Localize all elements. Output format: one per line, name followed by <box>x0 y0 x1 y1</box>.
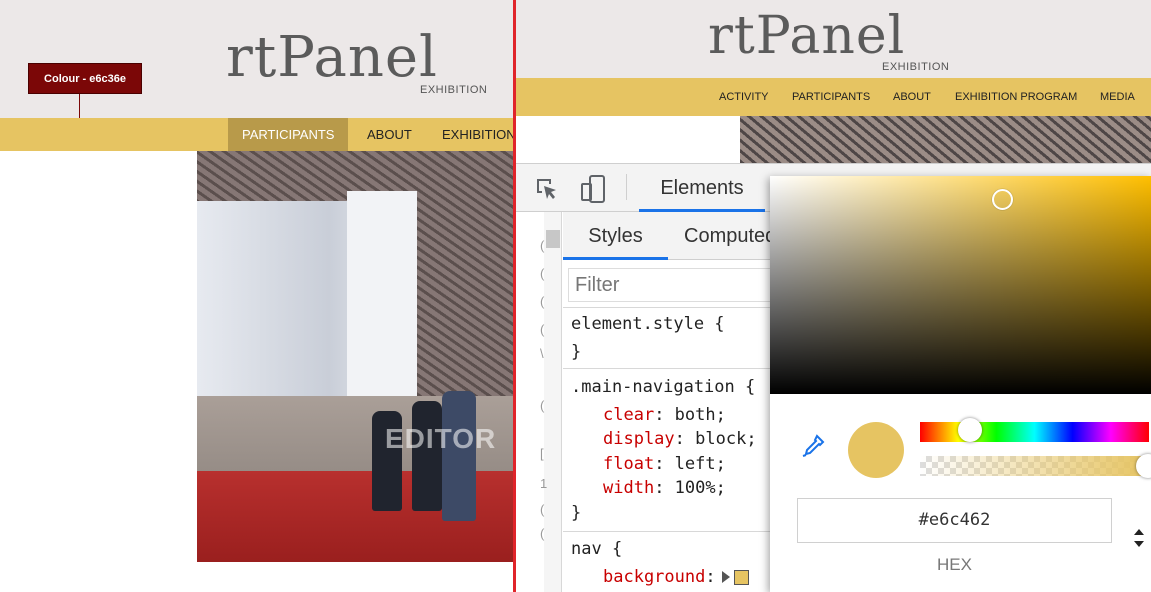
css-property-width[interactable]: width: 100%; <box>603 476 726 500</box>
color-preview-swatch <box>848 422 904 478</box>
color-selector-handle[interactable] <box>992 189 1013 210</box>
gutter-char: 1 <box>540 476 548 491</box>
gutter-char: ( <box>540 526 545 541</box>
nav-item-about[interactable]: ABOUT <box>893 78 931 116</box>
hue-slider[interactable] <box>920 422 1149 442</box>
tab-elements[interactable]: Elements <box>639 164 765 212</box>
css-property-float[interactable]: float: left; <box>603 452 726 476</box>
css-property-display[interactable]: display: block; <box>603 427 757 451</box>
hex-value-input[interactable]: #e6c462 <box>797 498 1112 543</box>
colour-tooltip: Colour - e6c36e <box>28 63 142 94</box>
nav-item-exhibition[interactable]: EXHIBITION <box>442 118 513 151</box>
site-header: rtPanel EXHIBITION Colour - e6c36e <box>0 0 513 118</box>
eyedropper-icon[interactable] <box>800 433 826 459</box>
main-navigation-selector[interactable]: .main-navigation { <box>571 375 755 399</box>
site-logo-subtitle: EXHIBITION <box>420 84 488 96</box>
format-toggle-icon[interactable] <box>1132 526 1146 550</box>
css-property-clear[interactable]: clear: both; <box>603 403 726 427</box>
color-swatch[interactable] <box>733 569 749 585</box>
inspect-element-icon[interactable] <box>534 176 560 202</box>
scrollbar-thumb[interactable] <box>546 230 560 248</box>
css-property-background[interactable]: background: <box>603 565 749 589</box>
site-logo[interactable]: rtPanel <box>708 10 905 62</box>
gutter-char: \ <box>540 346 544 361</box>
gutter-char: ( <box>540 398 545 413</box>
nav-item-activity[interactable]: ACTIVITY <box>719 78 769 116</box>
alpha-slider[interactable] <box>920 456 1149 476</box>
hero-image-strip <box>740 116 1151 163</box>
nav-item-about[interactable]: ABOUT <box>367 118 412 151</box>
main-navigation: ACTIVITY PARTICIPANTS ABOUT EXHIBITION P… <box>516 78 1151 116</box>
right-browser-pane: rtPanel EXHIBITION ACTIVITY PARTICIPANTS… <box>516 0 1151 592</box>
nav-item-participants[interactable]: PARTICIPANTS <box>792 78 870 116</box>
gutter-char: ( <box>540 266 545 281</box>
device-toolbar-icon[interactable] <box>580 174 608 204</box>
gutter-char: ( <box>540 238 545 253</box>
gutter-char: [ <box>540 446 544 461</box>
tab-styles[interactable]: Styles <box>563 212 668 260</box>
color-picker-popover: #e6c462 HEX <box>770 176 1151 592</box>
dom-tree-scrollbar[interactable] <box>544 212 562 592</box>
nav-selector[interactable]: nav { <box>571 537 622 561</box>
left-browser-pane: rtPanel EXHIBITION Colour - e6c36e PARTI… <box>0 0 513 592</box>
site-logo[interactable]: rtPanel <box>226 30 438 86</box>
rule-close-brace: } <box>571 342 582 362</box>
hue-slider-handle[interactable] <box>958 418 982 442</box>
gutter-char: ( <box>540 294 545 309</box>
color-format-label: HEX <box>937 555 972 574</box>
gutter-char: ( <box>540 322 545 337</box>
tab-computed[interactable]: Computed <box>684 212 776 260</box>
rule-close-brace: } <box>571 503 582 523</box>
image-watermark: EDITOR <box>385 423 497 454</box>
gutter-char: ( <box>540 502 545 517</box>
site-logo-subtitle: EXHIBITION <box>882 61 950 73</box>
main-navigation: PARTICIPANTS ABOUT EXHIBITION <box>0 118 513 151</box>
nav-item-exhibition-program[interactable]: EXHIBITION PROGRAM <box>955 78 1077 116</box>
expand-arrow-icon[interactable] <box>721 571 730 583</box>
exhibition-hero-image: EDITOR <box>197 151 513 562</box>
site-header: rtPanel EXHIBITION <box>516 0 1151 78</box>
nav-item-media[interactable]: MEDIA <box>1100 78 1135 116</box>
element-style-selector[interactable]: element.style { <box>571 312 725 336</box>
nav-item-participants[interactable]: PARTICIPANTS <box>228 118 349 151</box>
saturation-value-area[interactable] <box>770 176 1151 394</box>
